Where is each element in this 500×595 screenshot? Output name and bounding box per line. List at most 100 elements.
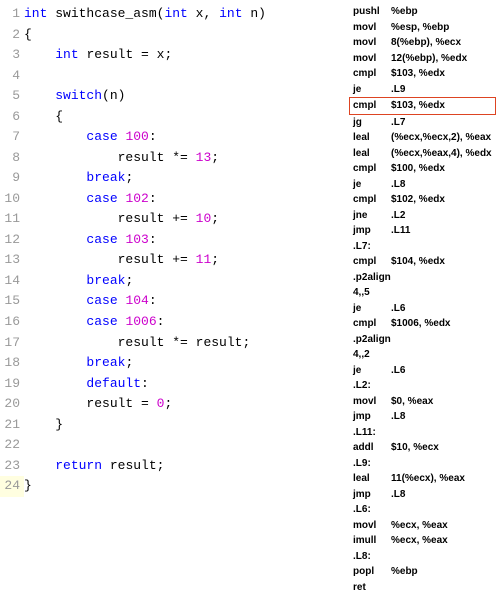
asm-mnemonic: addl bbox=[353, 440, 391, 456]
asm-line: cmpl$1006, %edx bbox=[349, 316, 496, 332]
asm-line: je.L6 bbox=[349, 363, 496, 379]
asm-operands: .L7 bbox=[391, 115, 492, 131]
asm-mnemonic: jg bbox=[353, 115, 391, 131]
asm-operands: %ebp bbox=[391, 4, 492, 20]
code-content: break; bbox=[24, 271, 133, 292]
code-content: break; bbox=[24, 168, 133, 189]
c-code-pane: 1int swithcase_asm(int x, int n)2{3 int … bbox=[0, 0, 345, 578]
asm-line: movl12(%ebp), %edx bbox=[349, 51, 496, 67]
asm-operands: $104, %edx bbox=[391, 254, 492, 270]
asm-mnemonic: .p2align 4,,2 bbox=[353, 332, 391, 363]
asm-line: jmp.L11 bbox=[349, 223, 496, 239]
asm-operands: (%ecx,%ecx,2), %eax bbox=[391, 130, 492, 146]
asm-operands: (%ecx,%eax,4), %edx bbox=[391, 146, 492, 162]
code-content: int result = x; bbox=[24, 45, 172, 66]
code-line: 22 bbox=[0, 435, 345, 456]
code-content: result = 0; bbox=[24, 394, 172, 415]
asm-operands: .L9 bbox=[391, 82, 492, 98]
code-content: case 1006: bbox=[24, 312, 164, 333]
asm-mnemonic: leal bbox=[353, 146, 391, 162]
asm-mnemonic: jmp bbox=[353, 487, 391, 503]
code-line: 13 result += 11; bbox=[0, 250, 345, 271]
asm-line: popl%ebp bbox=[349, 564, 496, 580]
asm-line: .p2align 4,,5 bbox=[349, 270, 496, 301]
code-content: } bbox=[24, 476, 32, 497]
asm-pane: pushl%ebpmovl%esp, %ebpmovl8(%ebp), %ecx… bbox=[345, 0, 500, 578]
code-line: 6 { bbox=[0, 107, 345, 128]
code-line: 24} bbox=[0, 476, 345, 497]
asm-line: .p2align 4,,2 bbox=[349, 332, 496, 363]
asm-mnemonic: cmpl bbox=[353, 161, 391, 177]
code-content: { bbox=[24, 107, 63, 128]
asm-operands: $102, %edx bbox=[391, 192, 492, 208]
code-line: 5 switch(n) bbox=[0, 86, 345, 107]
asm-mnemonic: jmp bbox=[353, 223, 391, 239]
asm-mnemonic: popl bbox=[353, 564, 391, 580]
code-line: 1int swithcase_asm(int x, int n) bbox=[0, 4, 345, 25]
asm-line: movl8(%ebp), %ecx bbox=[349, 35, 496, 51]
asm-mnemonic: leal bbox=[353, 471, 391, 487]
asm-mnemonic: pushl bbox=[353, 4, 391, 20]
code-line: 3 int result = x; bbox=[0, 45, 345, 66]
asm-operands: 12(%ebp), %edx bbox=[391, 51, 492, 67]
line-number: 8 bbox=[0, 148, 24, 169]
code-line: 17 result *= result; bbox=[0, 333, 345, 354]
code-line: 19 default: bbox=[0, 374, 345, 395]
line-number: 7 bbox=[0, 127, 24, 148]
code-line: 2{ bbox=[0, 25, 345, 46]
asm-operands: $0, %eax bbox=[391, 394, 492, 410]
code-line: 7 case 100: bbox=[0, 127, 345, 148]
line-number: 4 bbox=[0, 66, 24, 87]
asm-line: jne.L2 bbox=[349, 208, 496, 224]
line-number: 13 bbox=[0, 250, 24, 271]
asm-line: addl$10, %ecx bbox=[349, 440, 496, 456]
asm-line: cmpl$100, %edx bbox=[349, 161, 496, 177]
code-line: 21 } bbox=[0, 415, 345, 436]
asm-operands: $10, %ecx bbox=[391, 440, 492, 456]
code-line: 16 case 1006: bbox=[0, 312, 345, 333]
asm-line: ret bbox=[349, 580, 496, 595]
code-content: result *= 13; bbox=[24, 148, 219, 169]
line-number: 1 bbox=[0, 4, 24, 25]
asm-mnemonic: jne bbox=[353, 208, 391, 224]
asm-operands: .L11 bbox=[391, 223, 492, 239]
asm-mnemonic: je bbox=[353, 82, 391, 98]
asm-mnemonic: cmpl bbox=[353, 192, 391, 208]
code-line: 14 break; bbox=[0, 271, 345, 292]
asm-mnemonic: je bbox=[353, 301, 391, 317]
asm-operands: %ecx, %eax bbox=[391, 533, 492, 549]
line-number: 19 bbox=[0, 374, 24, 395]
asm-line-highlighted: cmpl$103, %edx bbox=[349, 97, 496, 115]
asm-operands: .L8 bbox=[391, 409, 492, 425]
code-line: 20 result = 0; bbox=[0, 394, 345, 415]
line-number: 10 bbox=[0, 189, 24, 210]
asm-operands bbox=[391, 270, 492, 301]
line-number: 17 bbox=[0, 333, 24, 354]
asm-operands bbox=[391, 580, 492, 595]
line-number: 15 bbox=[0, 291, 24, 312]
asm-line: movl$0, %eax bbox=[349, 394, 496, 410]
asm-line: je.L9 bbox=[349, 82, 496, 98]
line-number: 2 bbox=[0, 25, 24, 46]
asm-mnemonic: movl bbox=[353, 394, 391, 410]
code-content: case 100: bbox=[24, 127, 157, 148]
code-line: 8 result *= 13; bbox=[0, 148, 345, 169]
code-line: 9 break; bbox=[0, 168, 345, 189]
asm-operands: .L6 bbox=[391, 301, 492, 317]
asm-mnemonic: cmpl bbox=[353, 316, 391, 332]
asm-operands: %ecx, %eax bbox=[391, 518, 492, 534]
code-content: { bbox=[24, 25, 32, 46]
line-number: 11 bbox=[0, 209, 24, 230]
code-content: break; bbox=[24, 353, 133, 374]
asm-operands: $1006, %edx bbox=[391, 316, 492, 332]
asm-line: leal(%ecx,%eax,4), %edx bbox=[349, 146, 496, 162]
asm-operands: .L8 bbox=[391, 177, 492, 193]
code-line: 11 result += 10; bbox=[0, 209, 345, 230]
asm-mnemonic: cmpl bbox=[353, 254, 391, 270]
asm-mnemonic: leal bbox=[353, 130, 391, 146]
code-content: } bbox=[24, 415, 63, 436]
asm-line: jmp.L8 bbox=[349, 487, 496, 503]
asm-operands: $100, %edx bbox=[391, 161, 492, 177]
code-content: int swithcase_asm(int x, int n) bbox=[24, 4, 266, 25]
asm-mnemonic: je bbox=[353, 177, 391, 193]
